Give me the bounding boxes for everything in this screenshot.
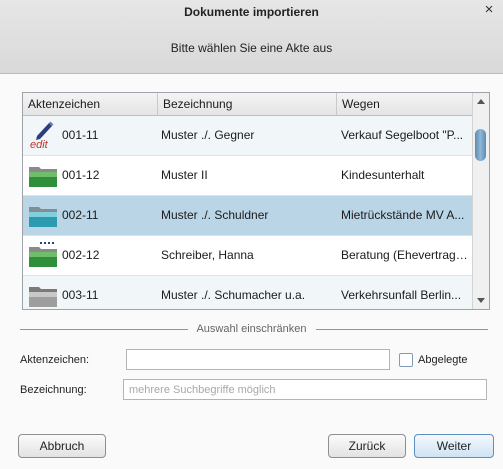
aktenzeichen-label: Aktenzeichen:	[20, 354, 90, 366]
folder-green-dotted-icon	[29, 236, 57, 275]
cell-bezeichnung: Schreiber, Hanna	[161, 248, 254, 262]
table-row[interactable]: 002-12 Schreiber, Hanna Beratung (Ehever…	[23, 236, 472, 276]
cell-wegen: Verkehrsunfall Berlin...	[341, 288, 462, 302]
abgelegte-label: Abgelegte	[418, 354, 468, 366]
cell-bezeichnung: Muster ./. Schuldner	[161, 208, 269, 222]
zurueck-button[interactable]: Zurück	[328, 434, 406, 458]
cell-aktenzeichen: 001-11	[62, 128, 99, 142]
svg-text:edit: edit	[30, 139, 49, 151]
column-header-wegen[interactable]: Wegen	[337, 93, 472, 115]
scroll-up-icon[interactable]	[477, 99, 485, 104]
edit-document-icon: edit	[29, 116, 57, 155]
cell-wegen: Mietrückstände MV A...	[341, 208, 465, 222]
dialog-title: Dokumente importieren	[184, 5, 319, 19]
aktenzeichen-input[interactable]	[126, 349, 390, 370]
cell-bezeichnung: Muster ./. Schumacher u.a.	[161, 288, 306, 302]
abgelegte-checkbox[interactable]	[399, 353, 413, 367]
table-header: Aktenzeichen Bezeichnung Wegen	[23, 93, 472, 116]
cell-aktenzeichen: 001-12	[62, 168, 100, 182]
close-icon[interactable]: ×	[481, 2, 497, 18]
folder-green-icon	[29, 156, 57, 195]
cell-aktenzeichen: 003-11	[62, 288, 99, 302]
cell-aktenzeichen: 002-11	[62, 208, 99, 222]
dialog-subtitle: Bitte wählen Sie eine Akte aus	[170, 41, 333, 55]
cell-wegen: Verkauf Segelboot "P...	[341, 128, 464, 142]
table-row-selected[interactable]: 002-11 Muster ./. Schuldner Mietrückstän…	[23, 196, 472, 236]
dialog-header: Dokumente importieren × Bitte wählen Sie…	[0, 0, 503, 74]
scroll-thumb[interactable]	[475, 129, 486, 161]
table-body: edit 001-11 Muster ./. Gegner Verkauf Se…	[23, 116, 472, 309]
cell-aktenzeichen: 002-12	[62, 248, 100, 262]
table-scrollbar[interactable]	[472, 93, 489, 309]
bezeichnung-input[interactable]	[123, 379, 487, 400]
cell-wegen: Beratung (Ehevertrag ...	[341, 248, 469, 262]
folder-grey-icon	[29, 276, 57, 309]
table-row[interactable]: 003-11 Muster ./. Schumacher u.a. Verkeh…	[23, 276, 472, 309]
table-row[interactable]: 001-12 Muster II Kindesunterhalt	[23, 156, 472, 196]
akten-table: Aktenzeichen Bezeichnung Wegen edit 001-…	[22, 92, 490, 310]
cell-bezeichnung: Muster ./. Gegner	[161, 128, 255, 142]
column-header-aktenzeichen[interactable]: Aktenzeichen	[23, 93, 158, 115]
cell-wegen: Kindesunterhalt	[341, 168, 425, 182]
table-row[interactable]: edit 001-11 Muster ./. Gegner Verkauf Se…	[23, 116, 472, 156]
abbruch-button[interactable]: Abbruch	[18, 434, 106, 458]
cell-bezeichnung: Muster II	[161, 168, 208, 182]
bezeichnung-label: Bezeichnung:	[20, 384, 87, 396]
divider-line-right	[316, 329, 488, 330]
weiter-button[interactable]: Weiter	[414, 434, 494, 458]
folder-teal-icon	[29, 196, 57, 235]
column-header-bezeichnung[interactable]: Bezeichnung	[158, 93, 337, 115]
scroll-down-icon[interactable]	[477, 298, 485, 303]
